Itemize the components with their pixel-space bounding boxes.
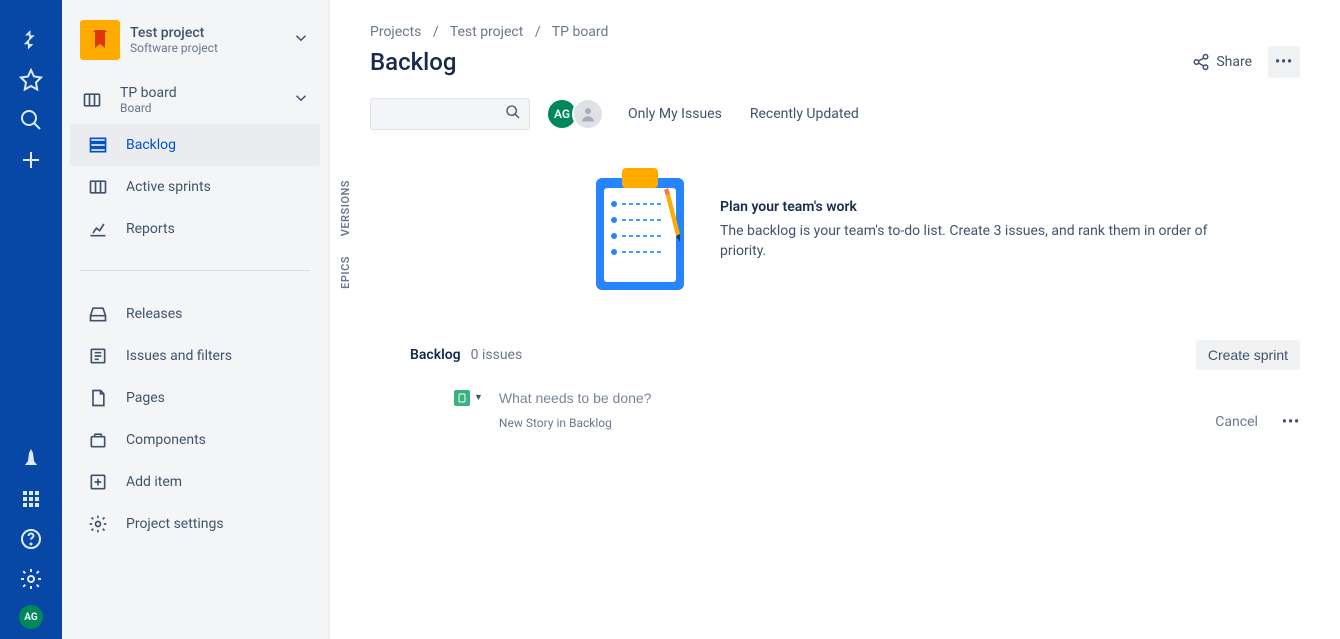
breadcrumb-projects[interactable]: Projects — [370, 24, 421, 40]
sidebar-label: Issues and filters — [126, 348, 310, 364]
breadcrumb: Projects / Test project / TP board — [370, 24, 1300, 40]
backlog-issue-count: 0 issues — [471, 347, 523, 363]
empty-state: Plan your team's work The backlog is you… — [410, 154, 1300, 316]
search-icon[interactable] — [11, 100, 51, 140]
cancel-button[interactable]: Cancel — [1215, 414, 1258, 430]
chevron-down-icon — [292, 89, 310, 112]
backlog-section-title: Backlog — [410, 347, 461, 363]
plus-icon[interactable] — [11, 140, 51, 180]
issue-type-dropdown[interactable]: ▼ — [474, 392, 483, 403]
sidebar-label: Backlog — [126, 137, 310, 153]
assignee-filter: AG — [546, 98, 604, 130]
share-icon — [1192, 53, 1210, 71]
sidebar-label: Active sprints — [126, 179, 310, 195]
create-sprint-button[interactable]: Create sprint — [1196, 340, 1300, 370]
add-item-icon — [86, 470, 110, 494]
sidebar-label: Add item — [126, 474, 310, 490]
jira-logo-icon[interactable] — [11, 20, 51, 60]
share-button[interactable]: Share — [1184, 47, 1260, 77]
issues-icon — [86, 344, 110, 368]
project-avatar-icon — [80, 20, 120, 60]
project-switcher[interactable]: Test project Software project — [70, 20, 320, 68]
reports-icon — [86, 217, 110, 241]
issue-summary-input[interactable] — [499, 386, 1215, 410]
app-switcher-icon[interactable] — [11, 479, 51, 519]
pages-icon — [86, 386, 110, 410]
epics-tab[interactable]: EPICS — [335, 246, 356, 299]
user-avatar[interactable]: AG — [19, 605, 43, 629]
board-name: TP board — [120, 85, 292, 101]
empty-state-body: The backlog is your team's to-do list. C… — [720, 221, 1220, 262]
issue-type-icon[interactable] — [454, 390, 470, 406]
empty-state-title: Plan your team's work — [720, 199, 1220, 215]
star-icon[interactable] — [11, 60, 51, 100]
search-field[interactable] — [379, 106, 505, 122]
sidebar-item-releases[interactable]: Releases — [70, 293, 320, 335]
project-sidebar: Test project Software project TP board B… — [62, 0, 330, 639]
settings-icon[interactable] — [11, 559, 51, 599]
share-label: Share — [1216, 54, 1252, 70]
sidebar-label: Components — [126, 432, 310, 448]
issue-more-button[interactable]: ••• — [1282, 414, 1300, 430]
issue-create-hint: New Story in Backlog — [499, 416, 1215, 430]
sidebar-item-active-sprints[interactable]: Active sprints — [70, 166, 320, 208]
global-nav: AG — [0, 0, 62, 639]
settings-icon — [86, 512, 110, 536]
versions-tab[interactable]: VERSIONS — [335, 170, 356, 246]
sidebar-label: Releases — [126, 306, 310, 322]
filter-recently-updated[interactable]: Recently Updated — [750, 106, 859, 122]
more-button[interactable]: ••• — [1268, 46, 1300, 78]
sidebar-item-project-settings[interactable]: Project settings — [70, 503, 320, 545]
sidebar-item-pages[interactable]: Pages — [70, 377, 320, 419]
board-icon — [80, 88, 104, 112]
sidebar-label: Project settings — [126, 516, 310, 532]
main-content: Projects / Test project / TP board Backl… — [330, 0, 1340, 639]
sidebar-item-components[interactable]: Components — [70, 419, 320, 461]
clipboard-illustration — [590, 164, 690, 296]
releases-icon — [86, 302, 110, 326]
breadcrumb-project[interactable]: Test project — [450, 24, 524, 40]
sprints-icon — [86, 175, 110, 199]
sidebar-item-backlog[interactable]: Backlog — [70, 124, 320, 166]
board-switcher[interactable]: TP board Board — [70, 76, 320, 124]
sidebar-item-reports[interactable]: Reports — [70, 208, 320, 250]
page-title: Backlog — [370, 48, 1184, 76]
board-sub: Board — [120, 101, 292, 115]
sidebar-label: Reports — [126, 221, 310, 237]
breadcrumb-board[interactable]: TP board — [552, 24, 609, 40]
sidebar-divider — [80, 270, 310, 271]
filter-only-my-issues[interactable]: Only My Issues — [628, 106, 722, 122]
avatar-unassigned[interactable] — [572, 98, 604, 130]
search-input[interactable] — [370, 98, 530, 130]
search-icon — [505, 104, 521, 124]
backlog-icon — [86, 133, 110, 157]
chevron-down-icon — [292, 29, 310, 51]
sidebar-label: Pages — [126, 390, 310, 406]
project-type: Software project — [130, 41, 292, 55]
sidebar-item-issues-filters[interactable]: Issues and filters — [70, 335, 320, 377]
project-name: Test project — [130, 25, 292, 41]
sidebar-item-add-item[interactable]: Add item — [70, 461, 320, 503]
help-icon[interactable] — [11, 519, 51, 559]
notification-icon[interactable] — [11, 439, 51, 479]
components-icon — [86, 428, 110, 452]
